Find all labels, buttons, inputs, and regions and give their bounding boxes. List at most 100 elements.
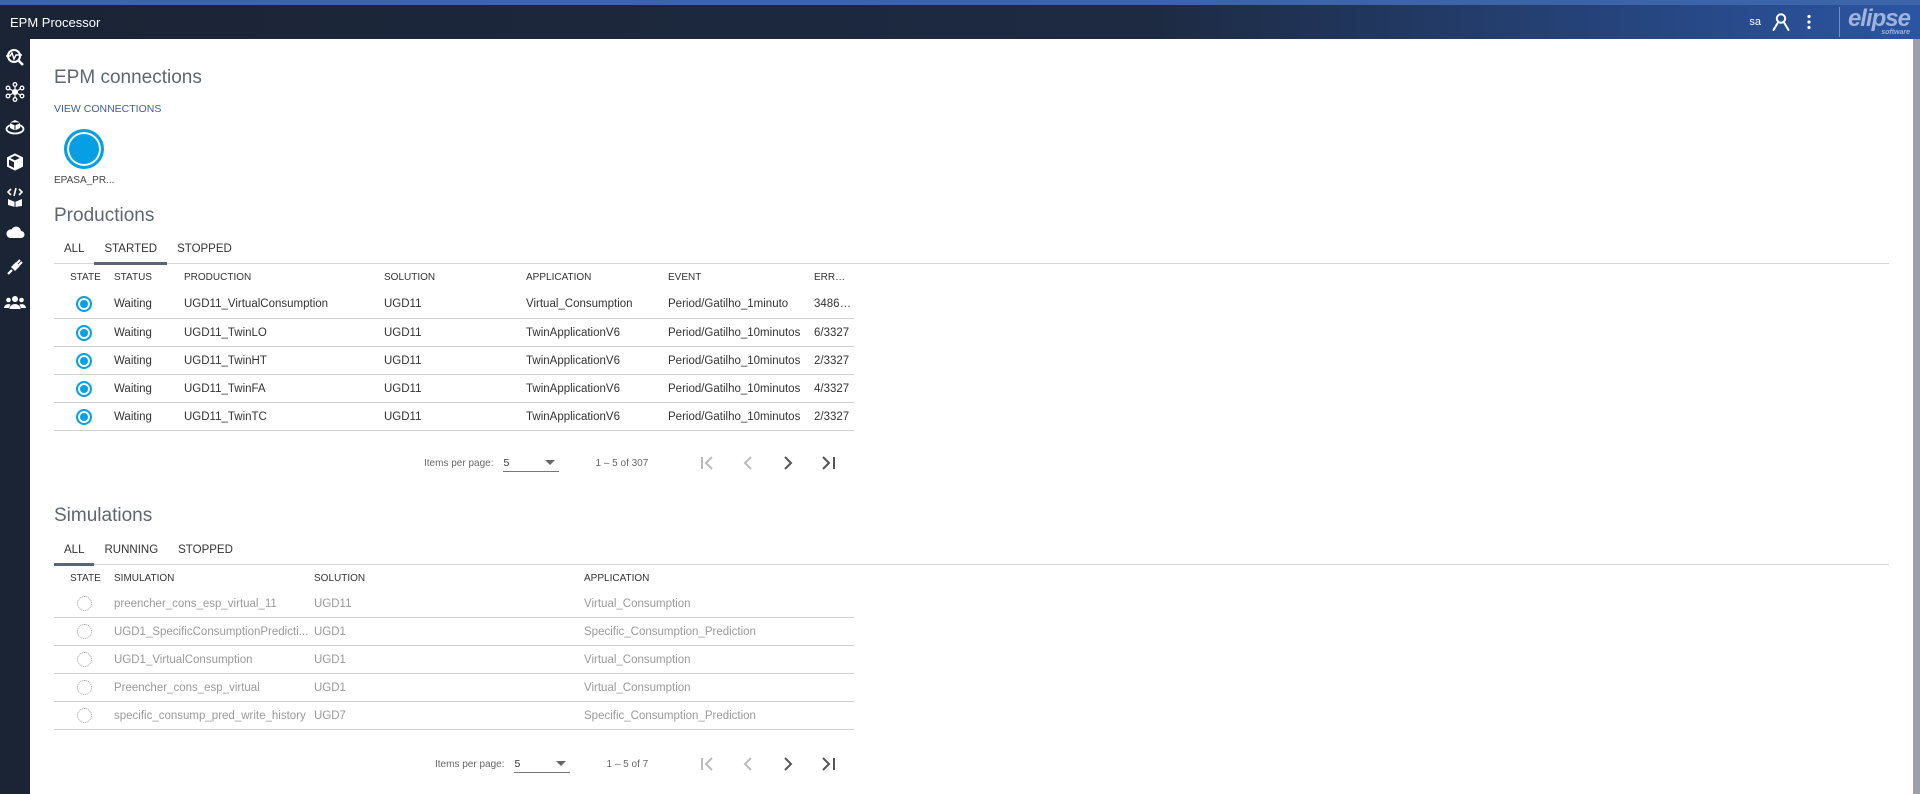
user-icon[interactable] — [1769, 10, 1793, 34]
sidebar-item-code[interactable] — [0, 179, 30, 214]
sidebar-item-cube[interactable] — [0, 144, 30, 179]
state-stopped-icon[interactable] — [77, 652, 92, 667]
page-size-select[interactable]: 5 — [503, 454, 560, 472]
network-icon — [5, 81, 25, 102]
first-page-button[interactable] — [688, 752, 728, 776]
state-cell — [54, 596, 114, 611]
app-header: EPM Processor sa elipse software — [0, 5, 1920, 39]
tab-productions-started[interactable]: STARTED — [94, 238, 167, 265]
code-box-icon — [6, 187, 24, 207]
status-cell: Waiting — [114, 354, 152, 367]
sidebar-item-users[interactable] — [0, 284, 30, 319]
more-vertical-icon[interactable] — [1797, 10, 1821, 34]
solution-cell: UGD11 — [384, 410, 422, 423]
state-cell — [54, 708, 114, 723]
solution-cell: UGD1 — [314, 681, 346, 694]
table-row[interactable]: UGD1_SpecificConsumptionPredicti... UGD1 S… — [54, 618, 854, 646]
table-row[interactable]: Waiting UGD11_TwinLO UGD11 TwinApplicationV… — [54, 319, 854, 347]
application-cell: TwinApplicationV6 — [526, 354, 620, 367]
tab-simulations-all[interactable]: ALL — [54, 539, 95, 566]
errors-cell: 6/3327 — [814, 326, 850, 339]
tab-simulations-running[interactable]: RUNNING — [94, 539, 168, 565]
state-cell — [54, 652, 114, 667]
solution-cell: UGD1 — [314, 653, 346, 666]
col-simulation[interactable]: SIMULATION — [114, 573, 314, 584]
col-solution[interactable]: SOLUTION — [314, 573, 584, 584]
table-row[interactable]: Waiting UGD11_TwinTC UGD11 TwinApplicationV… — [54, 403, 854, 431]
next-page-button[interactable] — [768, 451, 808, 475]
col-application[interactable]: APPLICATION — [584, 573, 854, 584]
state-started-icon[interactable] — [76, 324, 92, 341]
page-size-value: 5 — [514, 757, 521, 770]
state-cell — [54, 295, 114, 312]
last-page-button[interactable] — [808, 451, 848, 475]
col-application[interactable]: APPLICATION — [526, 272, 668, 283]
status-cell: Waiting — [114, 297, 152, 310]
event-cell: Period/Gatilho_10minutos — [668, 354, 801, 367]
last-page-button[interactable] — [808, 752, 848, 776]
table-row[interactable]: specific_consump_pred_write_history UGD7 S… — [54, 702, 854, 730]
tab-productions-stopped[interactable]: STOPPED — [167, 238, 242, 264]
application-cell: TwinApplicationV6 — [526, 326, 620, 339]
table-row[interactable]: Preencher_cons_esp_virtual UGD1 Virtual_Co… — [54, 674, 854, 702]
col-state[interactable]: STATE — [54, 272, 114, 283]
state-started-icon[interactable] — [76, 380, 92, 397]
vertical-scrollbar[interactable] — [1913, 39, 1920, 794]
production-cell: UGD11_TwinLO — [184, 326, 267, 339]
state-cell — [54, 380, 114, 397]
previous-page-button[interactable] — [728, 451, 768, 475]
items-per-page-label: Items per page: — [435, 758, 505, 770]
tab-productions-all[interactable]: ALL — [54, 238, 94, 264]
production-cell: UGD11_TwinFA — [184, 382, 266, 395]
sidebar-item-orbit[interactable] — [0, 109, 30, 144]
table-row[interactable]: Waiting UGD11_VirtualConsumption UGD11 Virt… — [54, 289, 854, 319]
page-size-select[interactable]: 5 — [514, 755, 571, 773]
state-started-icon[interactable] — [76, 295, 92, 312]
state-stopped-icon[interactable] — [77, 680, 92, 695]
application-cell: Virtual_Consumption — [584, 653, 691, 666]
table-row[interactable]: Waiting UGD11_TwinFA UGD11 TwinApplicationV… — [54, 375, 854, 403]
cloud-icon — [6, 226, 25, 238]
errors-cell: 4/3327 — [814, 382, 850, 395]
sidebar-item-plug[interactable] — [0, 249, 30, 284]
chevron-down-icon — [545, 460, 556, 465]
state-started-icon[interactable] — [76, 352, 92, 369]
table-row[interactable]: UGD1_VirtualConsumption UGD1 Virtual_Consu… — [54, 646, 854, 674]
simulation-cell: preencher_cons_esp_virtual_11 — [114, 597, 277, 610]
production-cell: UGD11_TwinHT — [184, 354, 267, 367]
first-page-button[interactable] — [688, 451, 728, 475]
col-production[interactable]: PRODUCTION — [184, 272, 384, 283]
view-connections-link[interactable]: VIEW CONNECTIONS — [54, 103, 161, 115]
col-event[interactable]: EVENT — [668, 272, 814, 283]
table-row[interactable]: Waiting UGD11_TwinHT UGD11 TwinApplicationV… — [54, 347, 854, 375]
table-header: STATE STATUS PRODUCTION SOLUTION APPLICA… — [54, 265, 854, 289]
sidebar-item-network[interactable] — [0, 74, 30, 109]
col-state[interactable]: STATE — [54, 573, 114, 584]
status-cell: Waiting — [114, 326, 152, 339]
state-stopped-icon[interactable] — [77, 624, 92, 639]
solution-cell: UGD11 — [384, 354, 422, 367]
state-stopped-icon[interactable] — [77, 596, 92, 611]
productions-table: STATE STATUS PRODUCTION SOLUTION APPLICA… — [54, 265, 854, 431]
col-status[interactable]: STATUS — [114, 272, 184, 283]
users-icon — [4, 295, 26, 309]
col-errors[interactable]: ERRORS — [814, 272, 854, 283]
header-actions: sa elipse software — [1749, 5, 1920, 39]
state-started-icon[interactable] — [76, 408, 92, 425]
next-page-button[interactable] — [768, 752, 808, 776]
app-title: EPM Processor — [10, 14, 101, 30]
state-stopped-icon[interactable] — [77, 708, 92, 723]
page-range: 1 – 5 of 307 — [595, 457, 649, 469]
productions-tabs: ALL STARTED STOPPED — [54, 238, 1889, 265]
col-solution[interactable]: SOLUTION — [384, 272, 526, 283]
elipse-logo: elipse software — [1838, 6, 1920, 37]
table-row[interactable]: preencher_cons_esp_virtual_11 UGD11 Virtua… — [54, 590, 854, 618]
application-cell: Specific_Consumption_Prediction — [584, 625, 756, 638]
sidebar-item-cloud[interactable] — [0, 214, 30, 249]
connection-item[interactable]: EPASA_PR... — [54, 129, 114, 186]
tab-simulations-stopped[interactable]: STOPPED — [168, 539, 243, 565]
previous-page-button[interactable] — [728, 752, 768, 776]
state-cell — [54, 624, 114, 639]
simulation-cell: specific_consump_pred_write_history — [114, 709, 306, 722]
sidebar-item-monitor[interactable] — [0, 39, 30, 74]
